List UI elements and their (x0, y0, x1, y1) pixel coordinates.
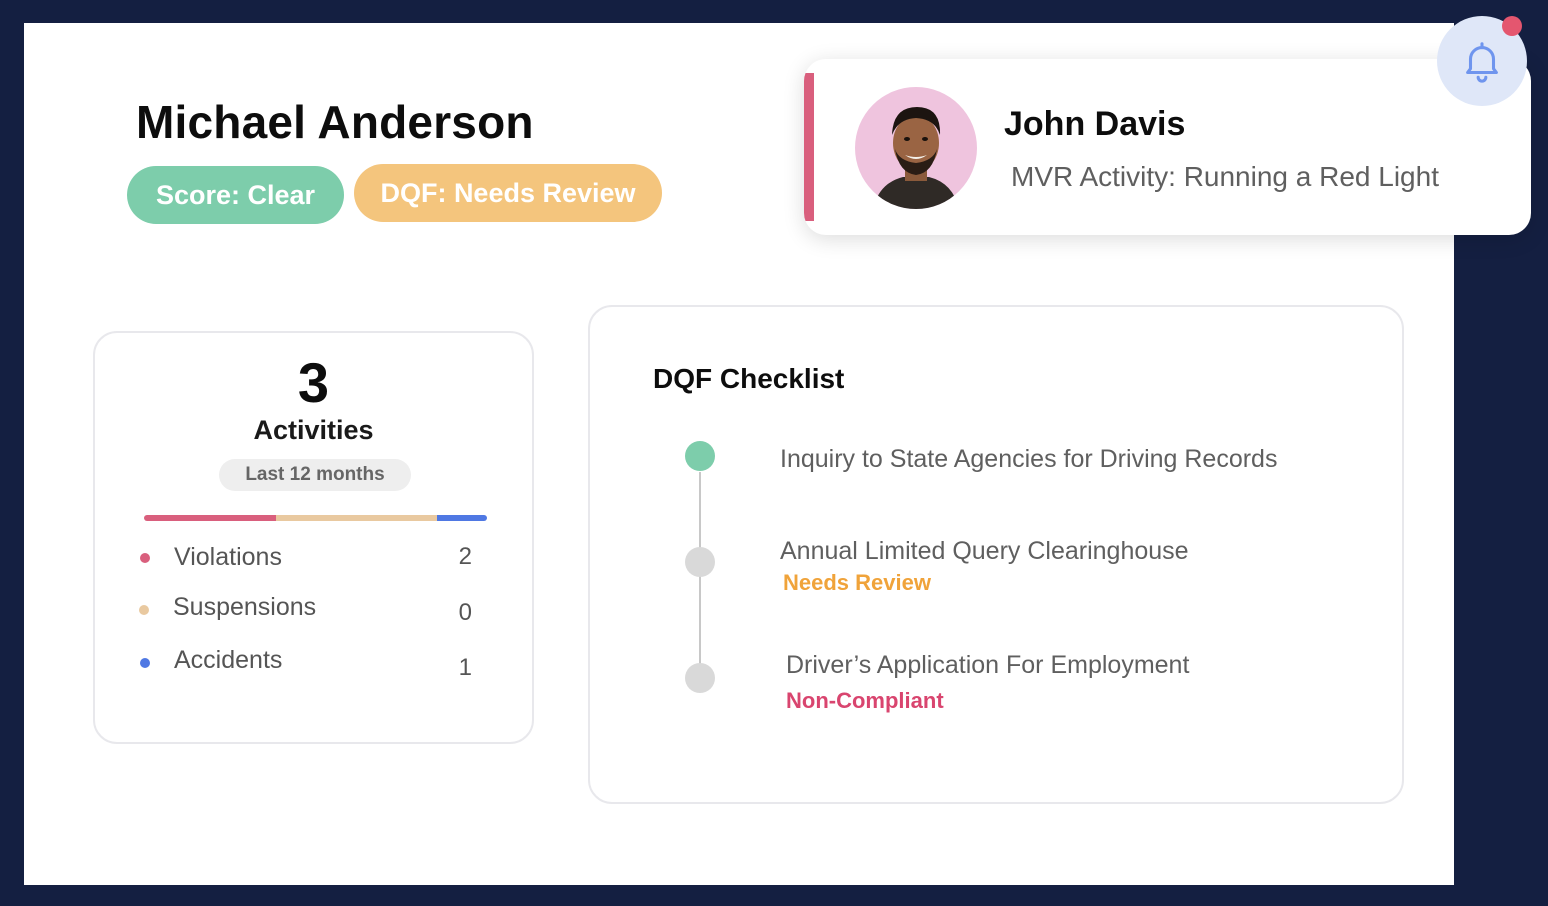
accidents-dot (140, 658, 150, 668)
dqf-status-badge[interactable]: DQF: Needs Review (354, 164, 662, 222)
step-pending-dot (685, 547, 715, 577)
period-selector[interactable]: Last 12 months (219, 459, 411, 491)
checklist-item-title[interactable]: Driver’s Application For Employment (786, 651, 1189, 680)
notification-person-name: John Davis (1004, 105, 1186, 143)
checklist-item-status: Needs Review (783, 570, 931, 595)
accidents-segment (437, 515, 487, 521)
timeline-connector (699, 472, 701, 682)
checklist-item-title[interactable]: Annual Limited Query Clearinghouse (780, 537, 1189, 566)
activity-value: 0 (458, 599, 472, 626)
activity-label: Suspensions (173, 593, 317, 621)
activity-label: Violations (174, 543, 282, 571)
notification-badge (1502, 16, 1522, 36)
suspensions-segment (276, 515, 438, 521)
activity-row-accidents[interactable]: Accidents 1 (95, 644, 532, 684)
violations-dot (140, 553, 150, 563)
person-avatar (855, 87, 977, 209)
suspensions-dot (139, 605, 149, 615)
activity-value: 2 (458, 543, 472, 570)
checklist-item-status: Non-Compliant (786, 688, 944, 713)
dqf-checklist-card: DQF Checklist Inquiry to State Agencies … (588, 305, 1404, 804)
activity-row-violations[interactable]: Violations 2 (95, 537, 532, 577)
checklist-item-title[interactable]: Inquiry to State Agencies for Driving Re… (780, 445, 1277, 474)
person-avatar-illustration (873, 107, 959, 209)
dashboard-stage: Michael Anderson Score: Clear DQF: Needs… (0, 0, 1548, 906)
step-complete-dot (685, 441, 715, 471)
score-badge[interactable]: Score: Clear (127, 166, 344, 224)
activity-row-suspensions[interactable]: Suspensions 0 (95, 589, 532, 629)
notification-message: MVR Activity: Running a Red Light (1011, 161, 1439, 192)
bell-icon (1466, 42, 1498, 83)
notification-card[interactable]: John Davis MVR Activity: Running a Red L… (804, 59, 1531, 235)
step-pending-dot (685, 663, 715, 693)
activities-count: 3 (297, 351, 330, 414)
violations-segment (144, 515, 277, 521)
activities-label: Activities (253, 415, 374, 445)
driver-name: Michael Anderson (136, 96, 534, 148)
activity-distribution-bar (144, 515, 487, 521)
checklist-title: DQF Checklist (653, 363, 845, 394)
activities-card: 3 Activities Last 12 months Violations 2… (93, 331, 534, 744)
activity-value: 1 (458, 654, 472, 681)
notification-accent-bar (804, 73, 814, 221)
activity-label: Accidents (174, 646, 283, 674)
